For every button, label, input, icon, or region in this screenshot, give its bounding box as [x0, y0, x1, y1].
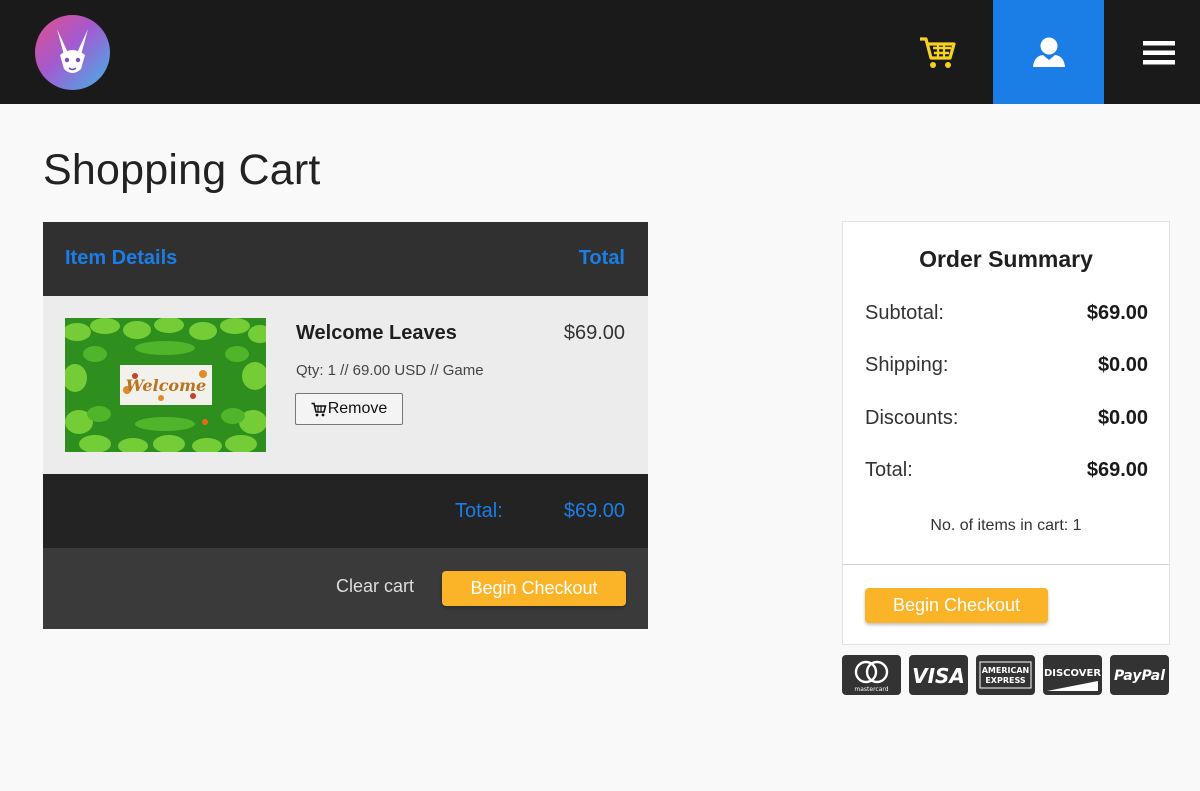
summary-row-total: Total: $69.00 — [865, 459, 1148, 489]
order-summary-panel: Order Summary Subtotal: $69.00 Shipping:… — [842, 221, 1170, 645]
order-summary-title: Order Summary — [919, 246, 1093, 272]
summary-label: Discounts: — [865, 407, 959, 429]
cart-table-header: Item Details Total — [43, 222, 648, 296]
shopping-cart-icon — [920, 37, 956, 68]
summary-label: Subtotal: — [865, 302, 944, 324]
rabbit-logo-icon[interactable] — [35, 15, 110, 90]
account-button[interactable] — [993, 0, 1104, 104]
discover-icon: DISCOVER — [1043, 655, 1102, 695]
summary-value: $69.00 — [1086, 302, 1148, 324]
remove-from-cart-icon — [311, 402, 327, 416]
cart-item-row: Welcome Welcome Leaves $69.00 Qty: 1 // … — [43, 296, 648, 474]
svg-text:PayPal: PayPal — [1114, 668, 1165, 684]
page-title: Shopping Cart — [43, 146, 321, 194]
top-nav-bar — [0, 0, 1200, 104]
summary-label: Total: — [865, 459, 913, 481]
item-price: $69.00 — [563, 322, 625, 344]
summary-value: $69.00 — [1086, 459, 1148, 481]
cart-total-label: Total: — [455, 500, 503, 522]
summary-row-discounts: Discounts: $0.00 — [865, 407, 1148, 437]
item-thumbnail[interactable]: Welcome — [65, 318, 266, 452]
svg-text:DISCOVER: DISCOVER — [1044, 668, 1101, 679]
cart-table: Item Details Total Welcome Welcome Leave… — [43, 222, 648, 629]
summary-label: Shipping: — [865, 354, 949, 376]
cart-actions-bar: Clear cart Begin Checkout — [43, 548, 648, 629]
menu-button[interactable] — [1120, 24, 1198, 82]
items-in-cart-count: No. of items in cart: 1 — [930, 517, 1082, 534]
svg-text:mastercard: mastercard — [854, 686, 888, 693]
american-express-icon: AMERICAN EXPRESS — [976, 655, 1035, 695]
cart-button[interactable] — [905, 24, 971, 82]
user-icon — [1032, 37, 1065, 67]
paypal-icon: PayPal — [1110, 655, 1169, 695]
svg-text:EXPRESS: EXPRESS — [985, 676, 1026, 685]
summary-row-shipping: Shipping: $0.00 — [865, 354, 1148, 384]
column-total: Total — [578, 247, 625, 269]
summary-divider — [843, 564, 1169, 565]
visa-icon: VISA — [909, 655, 968, 695]
remove-button-label: Remove — [327, 400, 388, 417]
summary-value: $0.00 — [1097, 354, 1148, 376]
column-item-details: Item Details — [65, 247, 178, 269]
svg-text:AMERICAN: AMERICAN — [982, 666, 1030, 675]
begin-checkout-button[interactable]: Begin Checkout — [442, 571, 626, 606]
hamburger-menu-icon — [1143, 41, 1175, 65]
cart-total-value: $69.00 — [563, 500, 625, 522]
clear-cart-link[interactable]: Clear cart — [336, 576, 414, 597]
summary-value: $0.00 — [1097, 407, 1148, 429]
summary-row-subtotal: Subtotal: $69.00 — [865, 302, 1148, 332]
cart-total-row: Total: $69.00 — [43, 474, 648, 548]
mastercard-icon: mastercard — [842, 655, 901, 695]
item-meta: Qty: 1 // 69.00 USD // Game — [296, 362, 484, 379]
thumbnail-text: Welcome — [126, 376, 206, 395]
svg-text:VISA: VISA — [912, 664, 965, 688]
remove-item-button[interactable]: Remove — [295, 393, 403, 425]
summary-begin-checkout-button[interactable]: Begin Checkout — [865, 588, 1048, 623]
item-name[interactable]: Welcome Leaves — [296, 322, 457, 345]
